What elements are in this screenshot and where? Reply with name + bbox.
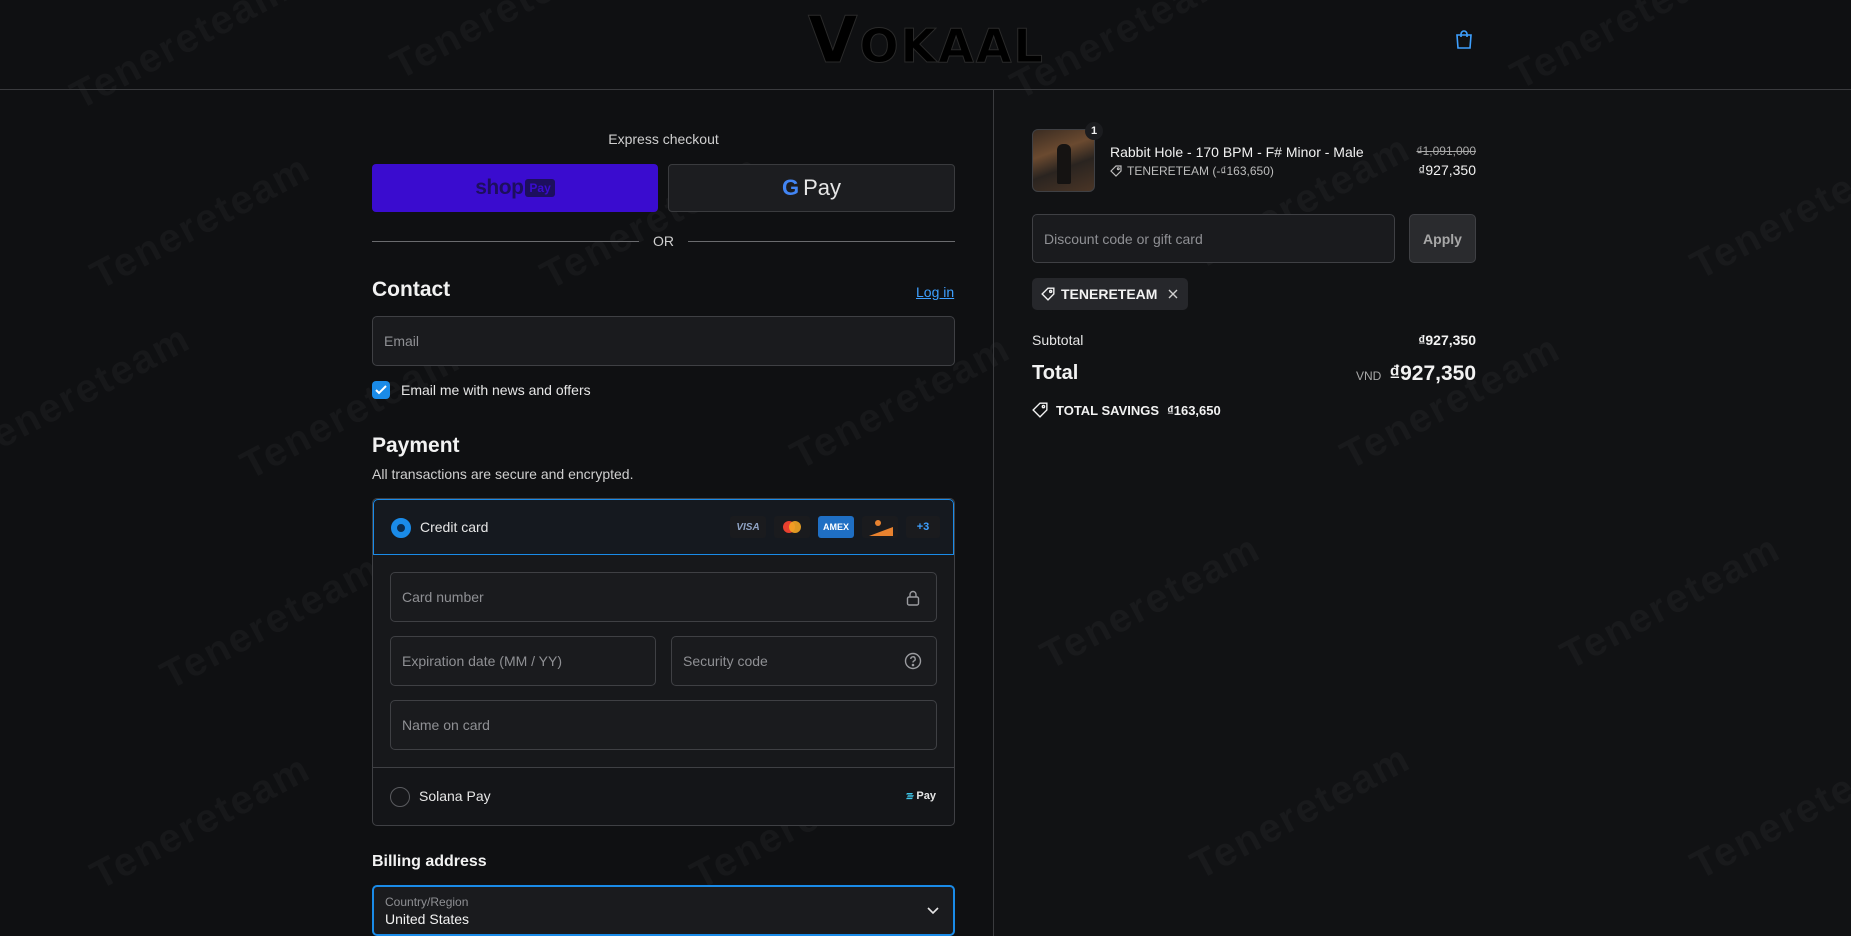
checkout-page: Tenereteam Tenereteam Tenereteam Teneret… [0,0,1851,936]
solana-pay-radio[interactable] [390,787,410,807]
expiration-placeholder: Expiration date (MM / YY) [402,653,563,669]
security-code-field[interactable]: Security code [671,636,937,686]
tag-icon [1041,287,1055,301]
discount-code-placeholder: Discount code or gift card [1044,230,1203,247]
contact-heading: Contact [372,278,451,301]
name-on-card-field[interactable]: Name on card [390,700,937,750]
google-pay-button[interactable]: G Pay [668,164,955,212]
billing-heading: Billing address [372,853,487,870]
product-image-figure [1057,144,1071,184]
watermark: Tenereteam [154,546,388,699]
lock-icon [906,590,920,606]
name-on-card-placeholder: Name on card [402,717,490,733]
watermark: Tenereteam [0,316,198,469]
help-icon[interactable] [904,652,922,670]
total-savings-label: TOTAL SAVINGS [1056,402,1160,418]
current-price: ₫927,350 [1418,162,1476,178]
total-amount: VND ₫927,350 [1356,362,1476,386]
solana-pay-option[interactable]: Solana Pay Pay [373,769,954,825]
payment-heading: Payment [372,434,460,457]
applied-code-label: TENERETEAM [1061,286,1158,302]
store-logo[interactable]: VOKAAL [808,4,1045,79]
shop-pay-badge: Pay [525,179,555,197]
or-divider: OR [372,231,955,251]
total-value: ₫927,350 [1389,362,1476,385]
product-discount-label: TENERETEAM (-₫163,650) [1127,164,1274,178]
email-placeholder: Email [384,333,420,349]
product-title: Rabbit Hole - 170 BPM - F# Minor - Male [1110,144,1364,160]
shop-pay-button[interactable]: shop Pay [372,164,658,212]
expiration-date-field[interactable]: Expiration date (MM / YY) [390,636,656,686]
total-savings-row: TOTAL SAVINGS ₫163,650 [1032,400,1476,420]
subtotal-row: Subtotal ₫927,350 [1032,332,1476,352]
credit-card-option[interactable]: Credit card VISA AMEX +3 [373,499,954,555]
solana-pay-label: Solana Pay [419,788,491,804]
total-row: Total VND ₫927,350 [1032,362,1476,392]
watermark: Tenereteam [84,146,318,299]
shop-pay-wordmark: shop [475,176,524,199]
product-thumbnail [1032,129,1095,192]
card-number-placeholder: Card number [402,589,484,605]
solana-badge-label: Pay [916,790,936,802]
close-icon[interactable] [1167,288,1179,300]
google-g-icon: G [781,175,800,200]
card-number-field[interactable]: Card number [390,572,937,622]
currency-code: VND [1355,369,1382,383]
tag-icon [1110,165,1122,177]
amex-icon: AMEX [818,516,854,538]
chevron-down-icon [927,907,939,915]
news-checkbox-label: Email me with news and offers [401,382,591,398]
applied-discount-tag: TENERETEAM [1032,278,1189,310]
shopping-bag-icon[interactable] [1454,28,1474,50]
credit-card-radio[interactable] [391,518,411,538]
site-header: VOKAAL [0,0,1851,90]
logo-initial: V [808,4,860,79]
check-icon [375,385,387,395]
column-divider [993,90,994,936]
country-label: Country/Region [385,895,469,909]
security-code-placeholder: Security code [683,653,768,669]
solana-icon [906,793,915,800]
payment-methods: Credit card VISA AMEX +3 Card number Exp… [372,498,955,826]
express-checkout-label: Express checkout [608,131,719,147]
savings-tag-icon [1032,402,1048,418]
credit-card-label: Credit card [420,519,489,535]
country-select[interactable]: Country/Region United States [372,885,955,936]
total-label: Total [1032,362,1079,384]
google-pay-label: Pay [803,175,842,200]
subtotal-value: ₫927,350 [1418,332,1476,348]
login-link[interactable]: Log in [916,284,954,300]
logo-text: OKAAL [859,19,1045,74]
or-label: OR [653,233,674,249]
total-savings-value: ₫163,650 [1167,402,1221,418]
original-price: ₫1,091,000 [1416,144,1476,158]
quantity-badge: 1 [1085,122,1103,140]
product-discount: TENERETEAM (-₫163,650) [1110,164,1274,178]
payment-subtitle: All transactions are secure and encrypte… [372,466,634,482]
watermark: Tenereteam [84,746,318,899]
solana-pay-badge: Pay [906,790,936,802]
credit-card-fields: Card number Expiration date (MM / YY) Se… [373,555,954,768]
more-cards-badge: +3 [906,516,940,538]
discount-code-field[interactable]: Discount code or gift card [1032,214,1395,263]
discover-icon [862,516,898,538]
visa-icon: VISA [730,516,766,538]
country-value: United States [385,911,470,927]
subtotal-label: Subtotal [1032,332,1084,348]
mastercard-icon [774,516,810,538]
apply-button[interactable]: Apply [1409,214,1476,263]
email-field[interactable]: Email [372,316,955,366]
news-checkbox[interactable] [372,381,390,399]
